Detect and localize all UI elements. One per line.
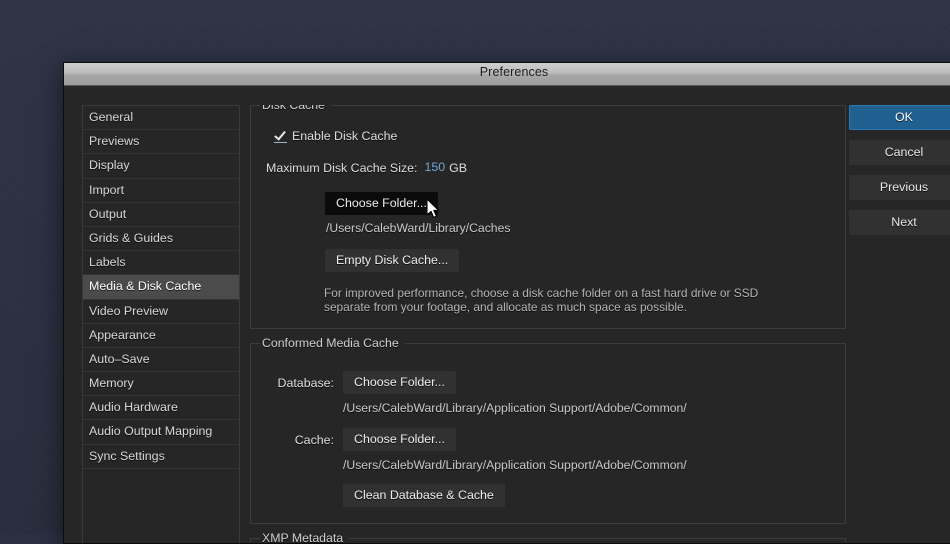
disk-cache-group: Disk Cache Enable Disk Cache Maximum Dis… xyxy=(250,105,846,329)
sidebar-item-audio-output-mapping[interactable]: Audio Output Mapping xyxy=(83,420,239,444)
max-disk-cache-size-unit: GB xyxy=(449,161,467,175)
disk-cache-group-legend: Disk Cache xyxy=(260,105,331,112)
clean-database-and-cache-button[interactable]: Clean Database & Cache xyxy=(343,484,505,507)
sidebar-item-output[interactable]: Output xyxy=(83,203,239,227)
max-disk-cache-size-label: Maximum Disk Cache Size: xyxy=(266,161,417,175)
max-disk-cache-size-row: Maximum Disk Cache Size: 150 GB xyxy=(266,160,833,175)
sidebar-item-audio-hardware[interactable]: Audio Hardware xyxy=(83,396,239,420)
sidebar-item-appearance[interactable]: Appearance xyxy=(83,324,239,348)
database-row: Database: Choose Folder... xyxy=(263,371,833,394)
disk-cache-choose-folder-button[interactable]: Choose Folder... xyxy=(325,192,438,215)
sidebar-item-memory[interactable]: Memory xyxy=(83,372,239,396)
preferences-dialog: Preferences General Previews Display Imp… xyxy=(63,62,950,544)
enable-disk-cache-checkbox[interactable]: Enable Disk Cache xyxy=(274,128,833,143)
ok-button[interactable]: OK xyxy=(849,105,950,130)
cancel-button[interactable]: Cancel xyxy=(849,140,950,165)
cache-row: Cache: Choose Folder... xyxy=(263,428,833,451)
sidebar-item-import[interactable]: Import xyxy=(83,179,239,203)
preferences-content-pane: Disk Cache Enable Disk Cache Maximum Dis… xyxy=(250,105,846,543)
conformed-media-cache-group: Conformed Media Cache Database: Choose F… xyxy=(250,343,846,524)
sidebar-item-labels[interactable]: Labels xyxy=(83,251,239,275)
sidebar-item-grids-and-guides[interactable]: Grids & Guides xyxy=(83,227,239,251)
dialog-title: Preferences xyxy=(64,65,950,79)
empty-disk-cache-button[interactable]: Empty Disk Cache... xyxy=(325,249,459,272)
next-button[interactable]: Next xyxy=(849,210,950,235)
database-label: Database: xyxy=(263,376,334,390)
conformed-media-cache-group-legend: Conformed Media Cache xyxy=(260,336,405,350)
sidebar-item-auto-save[interactable]: Auto–Save xyxy=(83,348,239,372)
sidebar-item-sync-settings[interactable]: Sync Settings xyxy=(83,445,239,469)
sidebar-item-previews[interactable]: Previews xyxy=(83,130,239,154)
cache-choose-folder-button[interactable]: Choose Folder... xyxy=(343,428,456,451)
database-path: /Users/CalebWard/Library/Application Sup… xyxy=(343,401,833,415)
cache-label: Cache: xyxy=(263,433,334,447)
preferences-category-list[interactable]: General Previews Display Import Output G… xyxy=(82,105,240,543)
sidebar-item-display[interactable]: Display xyxy=(83,154,239,178)
xmp-metadata-group-legend: XMP Metadata xyxy=(260,531,349,543)
cache-path: /Users/CalebWard/Library/Application Sup… xyxy=(343,458,833,472)
dialog-button-column: OK Cancel Previous Next xyxy=(849,105,950,245)
xmp-metadata-group: XMP Metadata xyxy=(250,538,846,543)
max-disk-cache-size-value[interactable]: 150 xyxy=(424,160,445,175)
previous-button[interactable]: Previous xyxy=(849,175,950,200)
enable-disk-cache-label: Enable Disk Cache xyxy=(292,129,397,143)
dialog-body: General Previews Display Import Output G… xyxy=(64,86,950,543)
database-choose-folder-button[interactable]: Choose Folder... xyxy=(343,371,456,394)
dialog-titlebar[interactable]: Preferences xyxy=(64,63,950,86)
disk-cache-path: /Users/CalebWard/Library/Caches xyxy=(326,221,833,235)
sidebar-item-video-preview[interactable]: Video Preview xyxy=(83,300,239,324)
sidebar-item-media-and-disk-cache[interactable]: Media & Disk Cache xyxy=(83,275,239,299)
disk-cache-hint-text: For improved performance, choose a disk … xyxy=(324,286,804,314)
checkmark-icon xyxy=(274,128,287,143)
sidebar-item-general[interactable]: General xyxy=(83,106,239,130)
